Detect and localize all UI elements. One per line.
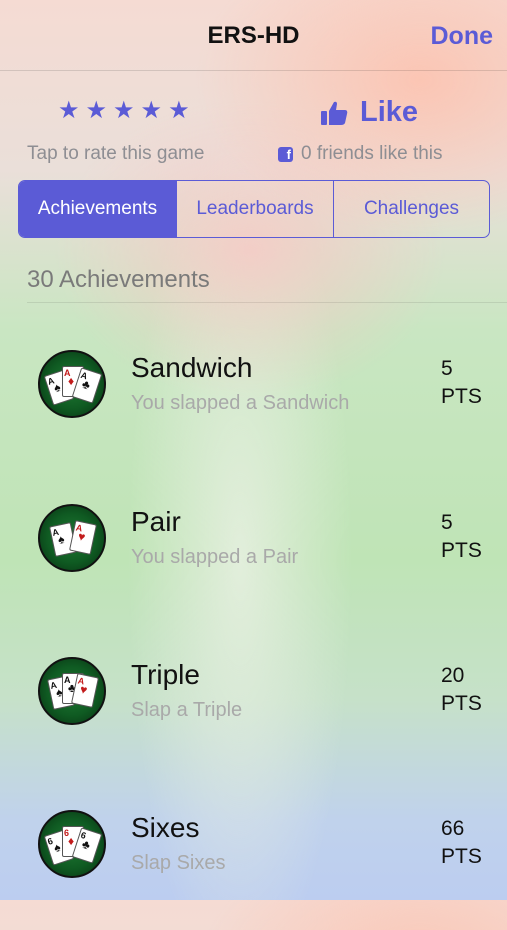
tab-achievements[interactable]: Achievements <box>19 181 176 237</box>
achievement-row[interactable]: A ♠ A ♥ Pair You slapped a Pair 5 PTS <box>0 504 507 624</box>
achievement-points-unit: PTS <box>441 692 482 715</box>
achievement-title: Pair <box>131 506 181 537</box>
achievement-badge-icon: A ♠ A ♥ <box>38 504 106 572</box>
friends-like-count: f 0 friends like this <box>278 143 443 165</box>
friends-like-text: 0 friends like this <box>301 143 443 164</box>
star-icon[interactable]: ★ <box>86 98 108 124</box>
achievements-count-header: 30 Achievements <box>27 266 210 293</box>
card-icon: A ♥ <box>71 673 99 708</box>
achievement-title: Triple <box>131 659 200 690</box>
achievement-points-unit: PTS <box>441 385 482 408</box>
achievement-description: Slap Sixes <box>131 852 226 874</box>
star-icon[interactable]: ★ <box>141 98 163 124</box>
tap-to-rate-label: Tap to rate this game <box>27 143 205 164</box>
achievement-points-unit: PTS <box>441 539 482 562</box>
star-icon[interactable]: ★ <box>113 98 135 124</box>
star-rating[interactable]: ★ ★ ★ ★ ★ <box>58 98 190 124</box>
like-button[interactable]: Like <box>320 96 418 129</box>
thumbs-up-icon <box>321 101 348 125</box>
achievement-description: You slapped a Pair <box>131 546 299 568</box>
achievement-row[interactable]: 6 ♠ 6 ♦ 6 ♣ Sixes Slap Sixes 66 PTS <box>0 810 507 930</box>
achievement-description: You slapped a Sandwich <box>131 392 350 414</box>
achievement-row[interactable]: A ♠ A ♣ A ♥ Triple Slap a Triple 20 PTS <box>0 657 507 777</box>
achievement-badge-icon: A ♠ A ♣ A ♥ <box>38 657 106 725</box>
achievement-description: Slap a Triple <box>131 699 243 721</box>
navigation-bar: ERS-HD Done <box>0 0 507 71</box>
achievement-points: 66 <box>441 817 465 840</box>
achievement-points: 5 <box>441 357 453 380</box>
achievement-title: Sixes <box>131 812 200 843</box>
segmented-control: Achievements Leaderboards Challenges <box>18 180 490 238</box>
achievement-title: Sandwich <box>131 352 253 383</box>
achievement-badge-icon: A ♠ A ♦ A ♣ <box>38 350 106 418</box>
achievement-badge-icon: 6 ♠ 6 ♦ 6 ♣ <box>38 810 106 878</box>
tab-leaderboards[interactable]: Leaderboards <box>176 181 333 237</box>
achievement-points-unit: PTS <box>441 845 482 868</box>
achievement-row[interactable]: A ♠ A ♦ A ♣ Sandwich You slapped a Sandwich… <box>0 350 507 470</box>
done-button[interactable]: Done <box>431 22 494 51</box>
achievement-points: 20 <box>441 664 465 687</box>
like-label: Like <box>360 96 419 128</box>
achievement-points: 5 <box>441 511 453 534</box>
card-icon: A ♥ <box>69 520 97 555</box>
star-icon[interactable]: ★ <box>58 98 80 124</box>
divider <box>27 302 507 303</box>
star-icon[interactable]: ★ <box>168 98 190 124</box>
tab-challenges[interactable]: Challenges <box>333 181 489 237</box>
facebook-icon: f <box>278 146 293 162</box>
